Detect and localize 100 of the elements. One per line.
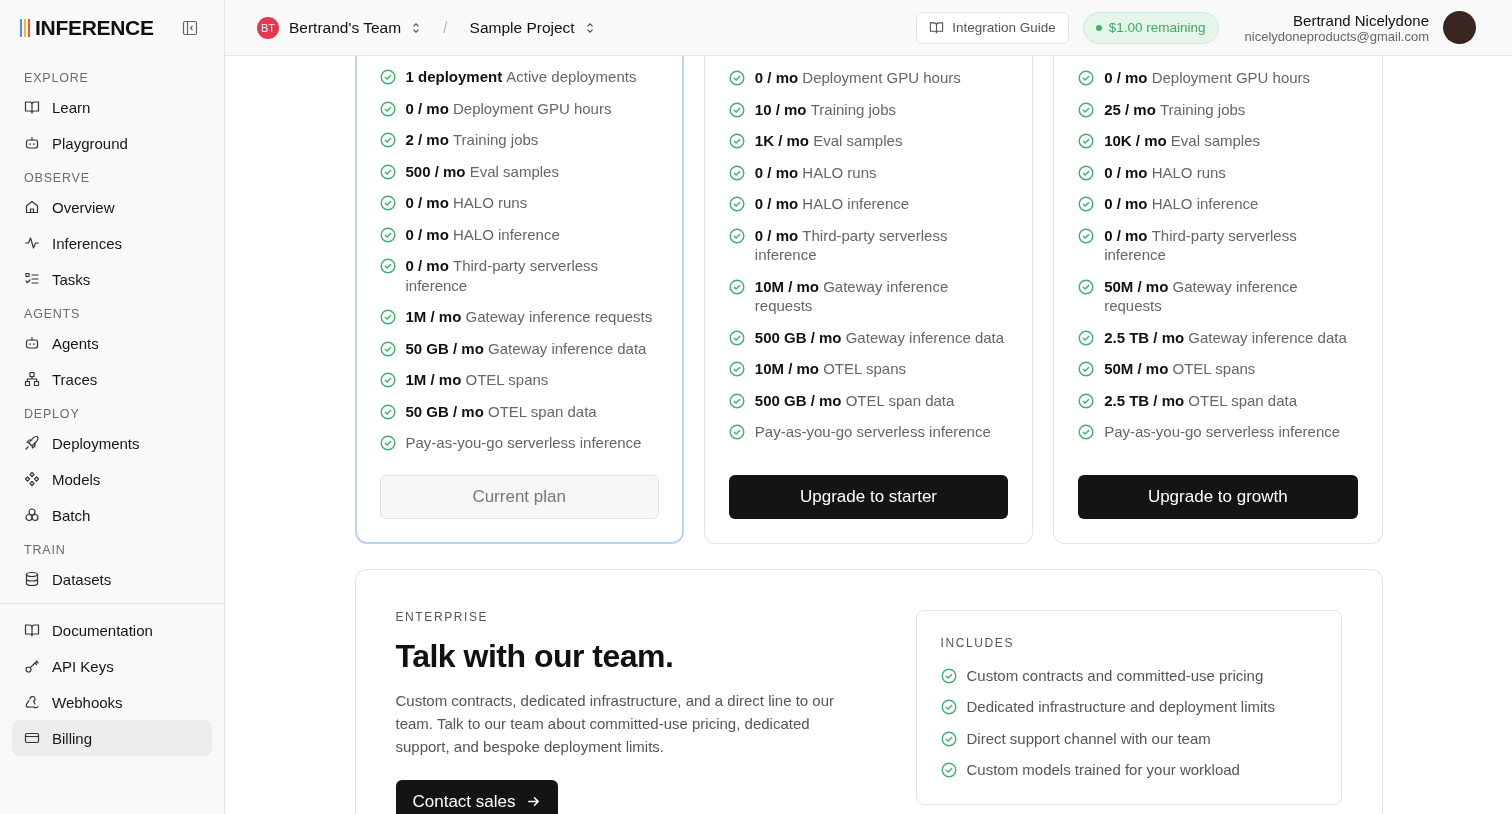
check-circle-icon <box>728 133 745 149</box>
nav-item[interactable]: Tasks <box>12 261 212 297</box>
feature-text: 0 / mo HALO runs <box>754 162 877 182</box>
feature-text: 0 / mo HALO runs <box>405 193 528 213</box>
book-icon <box>24 622 40 638</box>
check-circle-icon <box>1078 392 1095 409</box>
feature-text: 0 / mo Deployment GPU hours <box>754 68 961 88</box>
feature-text: 10M / mo Gateway inference requests <box>754 276 950 316</box>
arrow-right-icon <box>525 794 541 809</box>
nav-item[interactable]: Webhooks <box>12 684 212 720</box>
breadcrumb-separator: / <box>443 18 448 37</box>
pulse-icon <box>24 235 40 251</box>
feature-text: 10K / mo Eval samples <box>1104 131 1261 151</box>
nav-item[interactable]: Playground <box>12 125 212 161</box>
check-circle-icon <box>379 403 396 420</box>
feature-text: 50M / mo Gateway inference requests <box>1104 276 1299 316</box>
nav-item[interactable]: Documentation <box>12 612 212 648</box>
feature-text: 0 / mo HALO inference <box>1104 194 1259 214</box>
feature-text: 50M / mo OTEL spans <box>1104 359 1256 379</box>
feature-text: 0 / mo Deployment GPU hours <box>405 98 612 118</box>
nav-item[interactable]: Models <box>12 461 212 497</box>
user-avatar[interactable] <box>1443 11 1476 44</box>
robot-icon <box>24 335 40 351</box>
feature-text: 2.5 TB / mo Gateway inference data <box>1104 327 1347 347</box>
feature-text: 10 / mo Training jobs <box>754 99 896 119</box>
robot-icon <box>24 135 40 151</box>
feature-text: 25 / mo Training jobs <box>1104 99 1246 119</box>
integration-guide-button[interactable]: Integration Guide <box>916 11 1069 44</box>
check-circle-icon <box>728 278 745 295</box>
check-circle-icon <box>1078 70 1095 86</box>
feature-text: 1M / mo Gateway inference requests <box>405 307 653 327</box>
check-circle-icon <box>379 340 396 357</box>
nav-item[interactable]: API Keys <box>12 648 212 684</box>
check-circle-icon <box>728 70 745 86</box>
nav-item[interactable]: Datasets <box>12 561 212 597</box>
feature-text: 0 / mo Third-party serverless inference <box>405 256 600 295</box>
nav-item[interactable]: Billing <box>12 720 212 756</box>
check-circle-icon <box>379 435 396 451</box>
credit-card-icon <box>24 730 40 746</box>
plan-button[interactable]: Upgrade to starter <box>728 474 1009 519</box>
check-circle-icon <box>728 361 745 377</box>
feature-text: 500 / mo Eval samples <box>405 161 559 181</box>
feature-text: 0 / mo Third-party serverless inference <box>1104 225 1298 265</box>
check-circle-icon <box>1078 329 1095 346</box>
check-circle-icon <box>1078 164 1095 181</box>
enterprise-description: Custom contracts, dedicated infrastructure, and a direct line to our team. Talk to our team about committed-use pricing, dedicated support, and bespoke deployment limits. <box>395 690 836 757</box>
feature-text: 1 deployment Active deployments <box>405 67 637 87</box>
check-circle-icon <box>1078 361 1095 377</box>
nav-item[interactable]: Overview <box>12 189 212 225</box>
includes-item: Custom contracts and committed-use pricing <box>966 665 1264 685</box>
check-circle-icon <box>379 100 396 117</box>
team-switcher[interactable]: BT Bertrand's Team <box>257 16 422 39</box>
rocket-icon <box>24 435 40 451</box>
user-email: nicelydoneproducts@gmail.com <box>1244 28 1429 44</box>
feature-text: 0 / mo HALO inference <box>754 194 910 214</box>
feature-text: 500 GB / mo Gateway inference data <box>754 327 1005 347</box>
check-circle-icon <box>1078 227 1095 244</box>
user-name: Bertrand Nicelydone <box>1293 11 1429 29</box>
feature-text: 0 / mo HALO runs <box>1104 162 1226 182</box>
feature-text: 500 GB / mo OTEL span data <box>754 390 955 410</box>
check-circle-icon <box>379 69 396 85</box>
feature-text: 1M / mo OTEL spans <box>405 370 549 390</box>
diamonds-icon <box>24 471 40 487</box>
check-circle-icon <box>379 195 396 211</box>
contact-sales-button[interactable]: Contact sales <box>395 779 558 814</box>
project-switcher[interactable]: Sample Project <box>469 18 595 37</box>
includes-heading: INCLUDES <box>940 635 1015 650</box>
nav-item[interactable]: Batch <box>12 497 212 533</box>
check-circle-icon <box>940 699 957 715</box>
feature-text: 50 GB / mo Gateway inference data <box>405 338 647 358</box>
section-eyebrow: ENTERPRISE <box>395 609 490 624</box>
plan-button[interactable]: Upgrade to growth <box>1078 474 1358 519</box>
check-circle-icon <box>379 258 396 274</box>
nav-section-heading: EXPLORE <box>23 70 90 87</box>
feature-text: 50 GB / mo OTEL span data <box>405 401 597 421</box>
check-circle-icon <box>1078 424 1095 440</box>
credit-badge: $1.00 remaining <box>1082 11 1219 44</box>
check-circle-icon <box>1078 133 1095 149</box>
feature-text: 2 / mo Training jobs <box>405 130 539 150</box>
feature-text: 10M / mo OTEL spans <box>754 359 906 379</box>
feature-text: 2.5 TB / mo OTEL span data <box>1104 390 1298 410</box>
feature-text: 0 / mo Deployment GPU hours <box>1104 68 1311 88</box>
inference-logo[interactable]: INFERENCE <box>20 15 154 40</box>
feature-text: 0 / mo HALO inference <box>405 224 560 244</box>
database-icon <box>24 571 40 587</box>
nav-item[interactable]: Learn <box>12 89 212 125</box>
feature-text: Pay-as-you-go serverless inference <box>405 433 642 453</box>
includes-item: Custom models trained for your workload <box>966 760 1240 780</box>
nav-item[interactable]: Deployments <box>12 425 212 461</box>
hierarchy-icon <box>24 371 40 387</box>
nav-item[interactable]: Inferences <box>12 225 212 261</box>
nav-item[interactable]: Traces <box>12 361 212 397</box>
nav-section-heading: DEPLOY <box>23 406 81 423</box>
sidebar-toggle-icon[interactable] <box>182 19 198 36</box>
check-circle-icon <box>728 196 745 212</box>
checklist-icon <box>24 271 40 287</box>
check-circle-icon <box>379 226 396 243</box>
check-circle-icon <box>728 424 745 440</box>
check-circle-icon <box>379 163 396 180</box>
nav-item[interactable]: Agents <box>12 325 212 361</box>
